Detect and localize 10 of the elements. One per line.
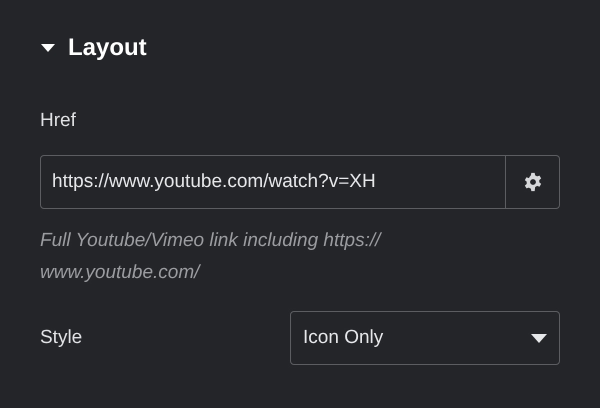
field-label: Style bbox=[40, 327, 82, 349]
field-label: Href bbox=[40, 110, 77, 133]
style-dropdown[interactable]: Icon Only bbox=[290, 311, 560, 365]
settings-icon bbox=[522, 172, 542, 192]
help-text: Full Youtube/Vimeo link including https:// www.youtube.com/ bbox=[40, 229, 383, 285]
section-title[interactable]: Layout bbox=[68, 34, 147, 62]
caret-icon bbox=[531, 334, 547, 342]
url-field[interactable]: https://www.youtube.com/watch?v=XH bbox=[40, 155, 506, 209]
settings-button[interactable] bbox=[506, 155, 560, 209]
caret-icon[interactable] bbox=[40, 43, 56, 53]
